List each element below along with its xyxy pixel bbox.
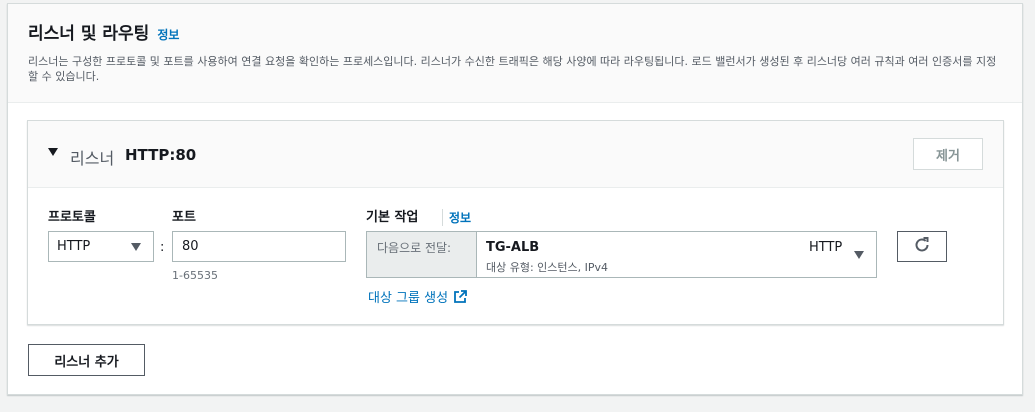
add-listener-button[interactable]: 리스너 추가 xyxy=(28,344,145,376)
protocol-value: HTTP xyxy=(57,239,91,254)
port-label: 포트 xyxy=(172,210,196,225)
target-group-description: 대상 유형: 인스턴스, IPv4 xyxy=(486,261,609,274)
forward-prefix: 다음으로 전달: xyxy=(367,232,477,277)
listeners-routing-panel: 리스너 및 라우팅 정보 리스너는 구성한 프로토콜 및 포트를 사용하여 연결… xyxy=(7,3,1023,395)
listener-card: 리스너 HTTP:80 제거 프로토콜 HTTP : 포트 1-65535 기본… xyxy=(27,120,1004,325)
listener-title-value: HTTP:80 xyxy=(125,146,197,164)
target-group-protocol: HTTP xyxy=(809,240,843,255)
listener-card-header: 리스너 HTTP:80 제거 xyxy=(28,121,1003,188)
forward-target-group-select[interactable]: 다음으로 전달: TG-ALB 대상 유형: 인스턴스, IPv4 HTTP xyxy=(366,231,877,278)
page-title: 리스너 및 라우팅 xyxy=(28,24,150,44)
default-action-label: 기본 작업 xyxy=(366,210,419,225)
remove-button[interactable]: 제거 xyxy=(913,138,983,170)
caret-down-icon xyxy=(131,243,141,251)
section-description: 리스너는 구성한 프로토콜 및 포트를 사용하여 연결 요청을 확인하는 프로세… xyxy=(28,55,997,83)
create-target-group-label: 대상 그룹 생성 xyxy=(368,291,449,306)
create-target-group-link[interactable]: 대상 그룹 생성 xyxy=(368,287,467,306)
caret-down-icon xyxy=(854,251,864,259)
refresh-button[interactable] xyxy=(897,231,947,262)
refresh-icon xyxy=(913,236,931,258)
external-link-icon xyxy=(453,289,467,304)
separator-colon: : xyxy=(160,240,165,255)
default-action-info-link[interactable]: 정보 xyxy=(442,209,471,226)
title-row: 리스너 및 라우팅 정보 xyxy=(28,19,1002,44)
collapse-toggle-icon[interactable] xyxy=(48,148,58,156)
protocol-select[interactable]: HTTP xyxy=(48,231,154,262)
panel-header: 리스너 및 라우팅 정보 리스너는 구성한 프로토콜 및 포트를 사용하여 연결… xyxy=(8,4,1022,103)
info-link[interactable]: 정보 xyxy=(157,26,179,43)
listener-title-prefix: 리스너 xyxy=(70,149,115,168)
protocol-label: 프로토콜 xyxy=(48,210,96,225)
port-input[interactable] xyxy=(172,231,346,262)
port-hint: 1-65535 xyxy=(172,269,218,282)
target-group-name: TG-ALB xyxy=(486,240,540,255)
